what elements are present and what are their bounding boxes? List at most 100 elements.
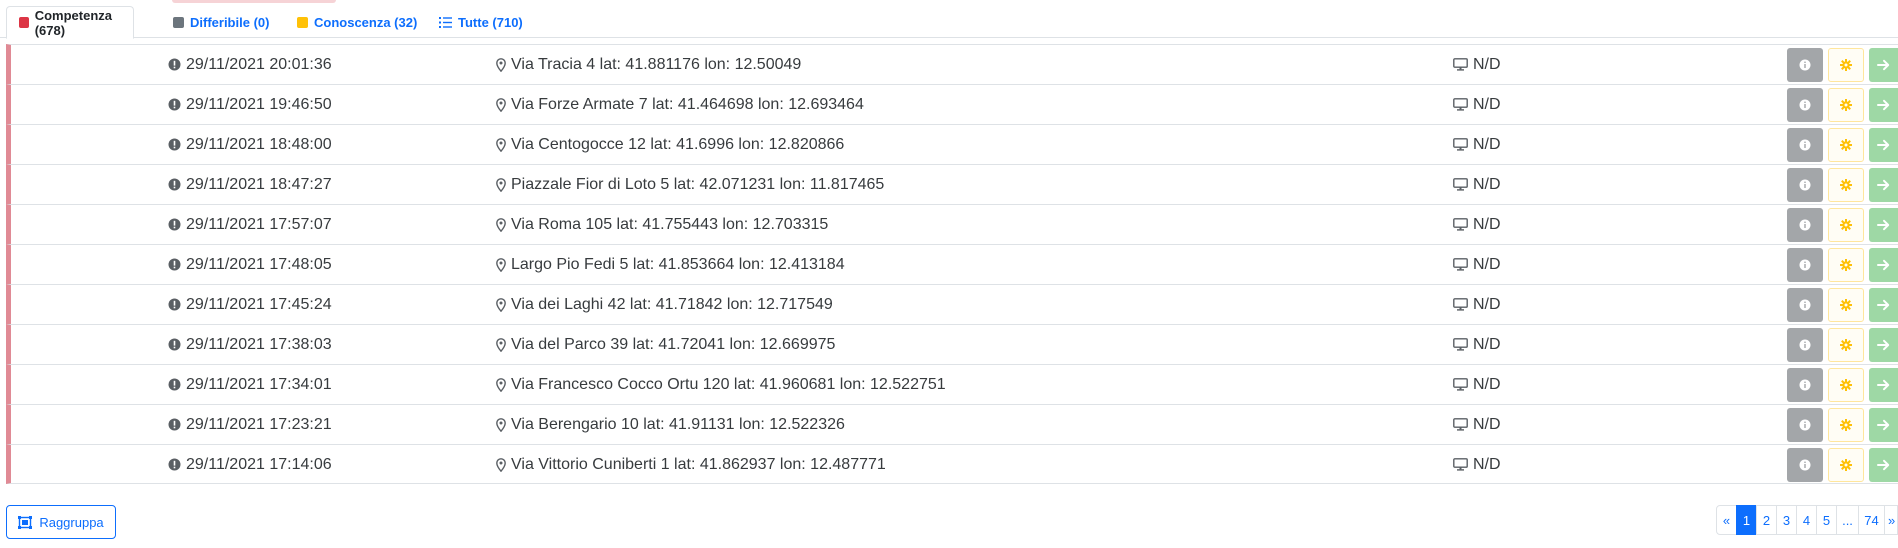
- event-device: N/D: [1473, 415, 1501, 433]
- open-button[interactable]: [1869, 168, 1898, 202]
- row-actions: [1782, 48, 1898, 82]
- settings-button[interactable]: [1828, 408, 1864, 442]
- arrow-right-icon: [1877, 379, 1890, 391]
- arrow-right-icon: [1877, 179, 1890, 191]
- desktop-icon: [1453, 378, 1468, 391]
- arrow-right-icon: [1877, 459, 1890, 471]
- list-item[interactable]: 29/11/2021 17:38:03 Via del Parco 39 lat…: [6, 324, 1898, 364]
- info-button[interactable]: [1787, 288, 1823, 322]
- event-device: N/D: [1473, 375, 1501, 393]
- list-item[interactable]: 29/11/2021 17:57:07 Via Roma 105 lat: 41…: [6, 204, 1898, 244]
- list-item[interactable]: 29/11/2021 17:14:06 Via Vittorio Cuniber…: [6, 444, 1898, 484]
- address-cell: Via Berengario 10 lat: 41.91131 lon: 12.…: [496, 405, 845, 444]
- open-button[interactable]: [1869, 448, 1898, 482]
- page-link[interactable]: 3: [1776, 505, 1797, 535]
- device-cell: N/D: [1453, 85, 1501, 124]
- event-address: Via Berengario 10 lat: 41.91131 lon: 12.…: [511, 415, 845, 433]
- list-item[interactable]: 29/11/2021 17:23:21 Via Berengario 10 la…: [6, 404, 1898, 444]
- open-button[interactable]: [1869, 88, 1898, 122]
- row-actions: [1782, 88, 1898, 122]
- page-link[interactable]: 74: [1858, 505, 1885, 535]
- time-cell: 29/11/2021 17:45:24: [168, 285, 332, 324]
- address-cell: Via del Parco 39 lat: 41.72041 lon: 12.6…: [496, 325, 835, 364]
- list-item[interactable]: 29/11/2021 18:48:00 Via Centogocce 12 la…: [6, 124, 1898, 164]
- pagination: « 1 2 3 4 5 ... 74 »: [1716, 505, 1898, 535]
- open-button[interactable]: [1869, 408, 1898, 442]
- open-button[interactable]: [1869, 48, 1898, 82]
- list-item[interactable]: 29/11/2021 20:01:36 Via Tracia 4 lat: 41…: [6, 44, 1898, 84]
- page-link[interactable]: 2: [1756, 505, 1777, 535]
- list-item[interactable]: 29/11/2021 19:46:50 Via Forze Armate 7 l…: [6, 84, 1898, 124]
- exclamation-circle-icon: [168, 418, 181, 431]
- page-link[interactable]: 5: [1816, 505, 1837, 535]
- info-button[interactable]: [1787, 328, 1823, 362]
- list-item[interactable]: 29/11/2021 17:34:01 Via Francesco Cocco …: [6, 364, 1898, 404]
- info-button[interactable]: [1787, 408, 1823, 442]
- map-marker-icon: [496, 217, 506, 232]
- info-button[interactable]: [1787, 48, 1823, 82]
- desktop-icon: [1453, 418, 1468, 431]
- event-device: N/D: [1473, 175, 1501, 193]
- settings-button[interactable]: [1828, 368, 1864, 402]
- info-button[interactable]: [1787, 368, 1823, 402]
- info-button[interactable]: [1787, 208, 1823, 242]
- settings-button[interactable]: [1828, 88, 1864, 122]
- exclamation-circle-icon: [168, 218, 181, 231]
- tab-conoscenza[interactable]: Conoscenza (32): [297, 6, 417, 38]
- device-cell: N/D: [1453, 205, 1501, 244]
- pagination-next[interactable]: »: [1884, 505, 1898, 535]
- settings-button[interactable]: [1828, 328, 1864, 362]
- row-actions: [1782, 208, 1898, 242]
- settings-button[interactable]: [1828, 128, 1864, 162]
- info-button[interactable]: [1787, 128, 1823, 162]
- gear-icon: [1840, 419, 1852, 431]
- event-time: 29/11/2021 18:47:27: [186, 175, 332, 193]
- desktop-icon: [1453, 298, 1468, 311]
- event-address: Via Centogocce 12 lat: 41.6996 lon: 12.8…: [511, 135, 845, 153]
- open-button[interactable]: [1869, 368, 1898, 402]
- open-button[interactable]: [1869, 288, 1898, 322]
- settings-button[interactable]: [1828, 168, 1864, 202]
- settings-button[interactable]: [1828, 288, 1864, 322]
- list-item[interactable]: 29/11/2021 18:47:27 Piazzale Fior di Lot…: [6, 164, 1898, 204]
- info-icon: [1799, 299, 1811, 311]
- open-button[interactable]: [1869, 328, 1898, 362]
- event-device: N/D: [1473, 95, 1501, 113]
- settings-button[interactable]: [1828, 448, 1864, 482]
- open-button[interactable]: [1869, 128, 1898, 162]
- gear-icon: [1840, 259, 1852, 271]
- events-list: 29/11/2021 20:01:36 Via Tracia 4 lat: 41…: [6, 44, 1898, 484]
- event-device: N/D: [1473, 55, 1501, 73]
- tab-tutte[interactable]: Tutte (710): [439, 6, 523, 38]
- info-button[interactable]: [1787, 248, 1823, 282]
- device-cell: N/D: [1453, 165, 1501, 204]
- info-button[interactable]: [1787, 448, 1823, 482]
- settings-button[interactable]: [1828, 48, 1864, 82]
- page-link[interactable]: 1: [1736, 505, 1757, 535]
- list-item[interactable]: 29/11/2021 17:48:05 Largo Pio Fedi 5 lat…: [6, 244, 1898, 284]
- open-button[interactable]: [1869, 248, 1898, 282]
- info-button[interactable]: [1787, 88, 1823, 122]
- list-item[interactable]: 29/11/2021 17:45:24 Via dei Laghi 42 lat…: [6, 284, 1898, 324]
- event-address: Largo Pio Fedi 5 lat: 41.853664 lon: 12.…: [511, 255, 845, 273]
- settings-button[interactable]: [1828, 248, 1864, 282]
- tab-differibile[interactable]: Differibile (0): [173, 6, 269, 38]
- group-button[interactable]: Raggruppa: [6, 505, 116, 539]
- device-cell: N/D: [1453, 285, 1501, 324]
- exclamation-circle-icon: [168, 378, 181, 391]
- desktop-icon: [1453, 458, 1468, 471]
- settings-button[interactable]: [1828, 208, 1864, 242]
- gear-icon: [1840, 179, 1852, 191]
- info-button[interactable]: [1787, 168, 1823, 202]
- pagination-prev[interactable]: «: [1716, 505, 1737, 535]
- event-address: Via Tracia 4 lat: 41.881176 lon: 12.5004…: [511, 55, 802, 73]
- gear-icon: [1840, 299, 1852, 311]
- row-actions: [1782, 448, 1898, 482]
- tab-competenza[interactable]: Competenza (678): [6, 6, 134, 39]
- gear-icon: [1840, 99, 1852, 111]
- page-link[interactable]: 4: [1796, 505, 1817, 535]
- open-button[interactable]: [1869, 208, 1898, 242]
- time-cell: 29/11/2021 17:57:07: [168, 205, 332, 244]
- device-cell: N/D: [1453, 125, 1501, 164]
- event-time: 29/11/2021 17:48:05: [186, 255, 332, 273]
